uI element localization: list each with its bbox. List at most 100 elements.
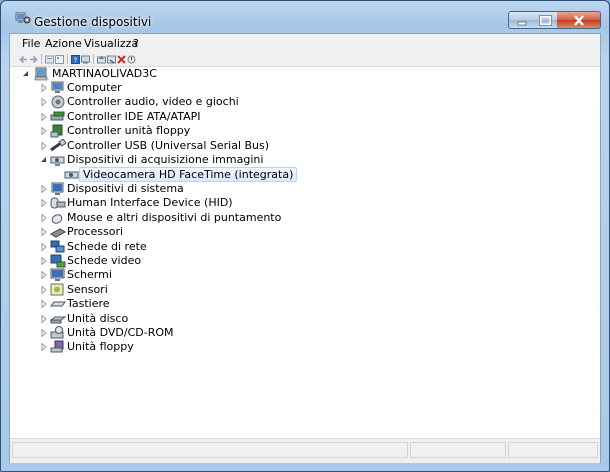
- expand-arrow-icon[interactable]: [40, 213, 48, 223]
- expand-arrow-icon[interactable]: [40, 242, 48, 252]
- tree-item-label: Schede video: [67, 254, 142, 267]
- expand-arrow-icon[interactable]: [40, 126, 48, 136]
- view-icon[interactable]: [55, 54, 64, 64]
- update-driver-icon[interactable]: [97, 54, 106, 64]
- expand-arrow-icon[interactable]: [40, 285, 48, 295]
- collapse-arrow-icon[interactable]: [40, 155, 48, 165]
- tree-item-audio[interactable]: Controller audio, video e giochi: [10, 95, 600, 109]
- tree-item-floppy-drives[interactable]: Unità floppy: [10, 340, 600, 354]
- tree-item-label: Controller IDE ATA/ATAPI: [67, 110, 201, 123]
- sensor-icon: [50, 283, 66, 297]
- enable-device-icon[interactable]: [127, 54, 136, 64]
- system-device-icon: [50, 182, 66, 196]
- tree-item-computer[interactable]: Computer: [10, 81, 600, 95]
- device-tree: MARTINAOLIVAD3C Computer Controller audi…: [10, 67, 600, 437]
- tree-item-keyboards[interactable]: Tastiere: [10, 297, 600, 311]
- tree-item-dvd[interactable]: Unità DVD/CD-ROM: [10, 326, 600, 340]
- floppy-drive-icon: [50, 340, 66, 354]
- tree-item-label: Controller USB (Universal Serial Bus): [67, 139, 270, 152]
- expand-arrow-icon[interactable]: [40, 227, 48, 237]
- menu-azione[interactable]: Azione: [45, 37, 82, 50]
- forward-arrow-icon[interactable]: [29, 54, 38, 64]
- tree-item-label: Human Interface Device (HID): [67, 196, 233, 209]
- menu-help[interactable]: ?: [133, 37, 139, 50]
- menu-visualizza[interactable]: Visualizza: [84, 37, 138, 50]
- tree-item-facetime-camera[interactable]: Videocamera HD FaceTime (integrata): [10, 167, 600, 182]
- menu-file[interactable]: File: [22, 37, 40, 50]
- tree-item-monitors[interactable]: Schermi: [10, 268, 600, 282]
- title-bar[interactable]: Gestione dispositivi: [1, 1, 609, 31]
- tree-item-disk-drives[interactable]: Unità disco: [10, 312, 600, 326]
- tree-item-ide[interactable]: Controller IDE ATA/ATAPI: [10, 110, 600, 124]
- mouse-icon: [50, 211, 66, 225]
- tree-item-label: Controller audio, video e giochi: [67, 95, 239, 108]
- maximize-button[interactable]: [533, 11, 558, 29]
- svg-text:?: ?: [74, 57, 78, 65]
- tree-item-label: Sensori: [67, 283, 108, 296]
- status-bar: [10, 438, 600, 463]
- tree-item-label: Schede di rete: [67, 240, 147, 253]
- floppy-controller-icon: [50, 124, 66, 138]
- expand-arrow-icon[interactable]: [40, 314, 48, 324]
- keyboard-icon: [50, 297, 66, 311]
- expand-arrow-icon[interactable]: [40, 198, 48, 208]
- network-card-icon: [50, 240, 66, 254]
- toolbar-separator: [67, 54, 68, 64]
- tree-item-label: Dispositivi di sistema: [67, 182, 184, 195]
- expand-arrow-icon[interactable]: [40, 328, 48, 338]
- tree-item-mouse[interactable]: Mouse e altri dispositivi di puntamento: [10, 211, 600, 225]
- ide-controller-icon: [50, 110, 66, 124]
- expand-arrow-icon[interactable]: [40, 184, 48, 194]
- monitor-icon: [50, 268, 66, 282]
- tree-item-label: Controller unità floppy: [67, 124, 191, 137]
- expand-arrow-icon[interactable]: [40, 141, 48, 151]
- tree-item-network[interactable]: Schede di rete: [10, 240, 600, 254]
- expand-arrow-icon[interactable]: [40, 97, 48, 107]
- close-button[interactable]: [557, 11, 601, 29]
- expand-arrow-icon[interactable]: [40, 342, 48, 352]
- computer-icon: [50, 81, 66, 95]
- toolbar-separator: [93, 54, 94, 64]
- tree-item-floppy-controller[interactable]: Controller unità floppy: [10, 124, 600, 138]
- tree-root-label: MARTINAOLIVAD3C: [52, 67, 157, 80]
- minimize-button[interactable]: [508, 11, 534, 29]
- window-frame: Gestione dispositivi File Azione Visuali…: [0, 0, 610, 472]
- processor-icon: [50, 225, 66, 239]
- tree-item-label: Videocamera HD FaceTime (integrata): [79, 167, 298, 182]
- tree-item-label: Processori: [67, 225, 124, 238]
- toolbar: ?: [10, 52, 600, 67]
- computer-icon: [33, 67, 49, 81]
- collapse-arrow-icon[interactable]: [22, 69, 30, 79]
- disable-device-icon[interactable]: [107, 54, 116, 64]
- disk-drive-icon: [49, 312, 67, 326]
- uninstall-icon[interactable]: [117, 54, 126, 64]
- tree-item-label: Unità DVD/CD-ROM: [67, 326, 174, 339]
- scan-hardware-icon[interactable]: [81, 54, 90, 64]
- tree-item-label: Mouse e altri dispositivi di puntamento: [67, 211, 282, 224]
- status-pane-tertiary: [508, 442, 598, 458]
- usb-icon: [50, 138, 67, 153]
- tree-root[interactable]: MARTINAOLIVAD3C: [10, 67, 600, 81]
- expand-arrow-icon[interactable]: [40, 270, 48, 280]
- tree-item-label: Computer: [67, 81, 122, 94]
- back-arrow-icon[interactable]: [19, 54, 28, 64]
- tree-item-label: Unità disco: [67, 312, 129, 325]
- tree-item-label: Schermi: [67, 268, 112, 281]
- tree-item-sensors[interactable]: Sensori: [10, 283, 600, 297]
- tree-item-processors[interactable]: Processori: [10, 225, 600, 239]
- tree-item-usb[interactable]: Controller USB (Universal Serial Bus): [10, 138, 600, 153]
- speaker-icon: [50, 95, 66, 109]
- help-icon[interactable]: ?: [71, 54, 80, 65]
- tree-item-video-cards[interactable]: Schede video: [10, 254, 600, 268]
- expand-arrow-icon[interactable]: [40, 299, 48, 309]
- tree-item-imaging[interactable]: Dispositivi di acquisizione immagini: [10, 153, 600, 167]
- properties-icon[interactable]: [45, 54, 54, 64]
- tree-item-hid[interactable]: Human Interface Device (HID): [10, 196, 600, 210]
- expand-arrow-icon[interactable]: [40, 112, 48, 122]
- display-adapter-icon: [50, 254, 66, 268]
- status-pane-main: [12, 442, 408, 458]
- expand-arrow-icon[interactable]: [40, 256, 48, 266]
- window-title: Gestione dispositivi: [34, 15, 152, 29]
- tree-item-system[interactable]: Dispositivi di sistema: [10, 182, 600, 196]
- expand-arrow-icon[interactable]: [40, 83, 48, 93]
